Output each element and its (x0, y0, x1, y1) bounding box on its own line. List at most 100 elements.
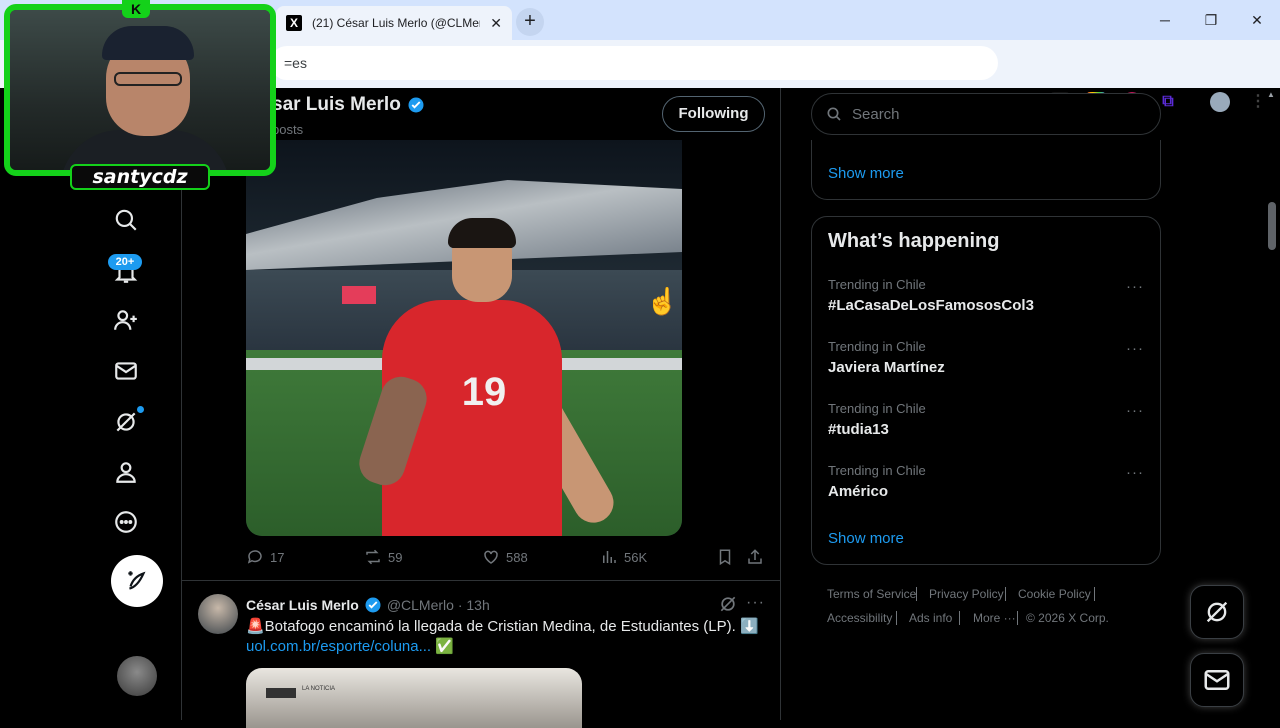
messages-floating-button[interactable] (1190, 653, 1244, 707)
tweet-author-avatar[interactable] (198, 594, 238, 634)
grok-explain-icon[interactable] (718, 594, 738, 619)
tweet-author-name[interactable]: César Luis Merlo (246, 597, 359, 613)
photo-player-hair (448, 218, 516, 248)
trend-context: Trending in Chile (828, 277, 926, 292)
views-bar-chart-icon (603, 551, 616, 563)
trend-context: Trending in Chile (828, 463, 926, 478)
follow-person-plus-icon[interactable] (106, 300, 146, 340)
profile-avatar-icon[interactable] (1210, 92, 1230, 112)
minimize-button[interactable]: ─ (1152, 8, 1178, 32)
heart-icon (484, 550, 498, 564)
profile-person-icon[interactable] (106, 452, 146, 492)
tweet-separator (182, 580, 780, 581)
feather-plus-icon (128, 571, 146, 590)
like-count: 588 (506, 549, 528, 565)
tweet-link[interactable]: uol.com.br/esporte/coluna... ✅ (246, 637, 454, 655)
x-logo-icon: X (286, 15, 302, 31)
right-divider (780, 88, 781, 720)
reply-count: 17 (270, 549, 285, 565)
trend-more-icon[interactable]: ··· (1126, 340, 1144, 357)
like-action[interactable]: 588 (482, 548, 528, 566)
footer-copyright: © 2026 X Corp. (1026, 611, 1109, 625)
trend-context: Trending in Chile (828, 339, 926, 354)
webcam-frame (4, 4, 276, 176)
repost-icon (366, 549, 380, 565)
extensions-puzzle-icon[interactable]: ⧉ (1158, 92, 1178, 112)
footer-cookie-link[interactable]: Cookie Policy (1018, 587, 1091, 601)
share-upload-icon (748, 549, 762, 564)
account-avatar[interactable] (117, 656, 157, 696)
scroll-up-arrow-icon[interactable]: ▲ (1267, 90, 1275, 99)
reply-bubble-icon (247, 550, 262, 564)
messages-envelope-icon[interactable] (106, 351, 146, 391)
footer-more-link[interactable]: More ··· (973, 611, 1016, 625)
whats-happening-title: What’s happening (828, 230, 1000, 252)
tweet-photo[interactable]: 19 (246, 140, 682, 536)
streamer-name: santycdz (70, 164, 210, 190)
share-action[interactable] (746, 548, 764, 566)
photo-scoreboard (342, 286, 376, 304)
envelope-icon (1204, 670, 1230, 690)
tweet-media-preview[interactable]: LA NOTICIA (246, 668, 582, 728)
footer-separator (896, 611, 897, 625)
verified-badge-icon (408, 97, 424, 113)
trend-name[interactable]: #tudia13 (828, 421, 889, 438)
whats-happening-module (811, 216, 1161, 565)
trend-context: Trending in Chile (828, 401, 926, 416)
page-scrollbar[interactable] (1264, 88, 1280, 720)
webcam-overlay: K santycdz (0, 0, 280, 190)
tab-close-icon[interactable]: ✕ (490, 15, 502, 32)
trend-more-icon[interactable]: ··· (1126, 402, 1144, 419)
grok-floating-button[interactable] (1190, 585, 1244, 639)
tweet-header: César Luis Merlo @CLMerlo · 13h (246, 596, 490, 614)
trend-name[interactable]: #LaCasaDeLosFamososCol3 (828, 297, 1034, 314)
browser-tab[interactable]: X (21) César Luis Merlo (@CLMerlo ✕ (276, 6, 512, 40)
profile-name-text: sar Luis Merlo (272, 94, 401, 115)
footer-accessibility-link[interactable]: Accessibility (827, 611, 892, 625)
views-count: 56K (624, 549, 648, 565)
footer-privacy-link[interactable]: Privacy Policy (929, 587, 1004, 601)
footer-terms-link[interactable]: Terms of Service (827, 587, 916, 601)
show-more-link[interactable]: Show more (828, 165, 904, 182)
footer-separator (1094, 587, 1095, 601)
footer-separator (916, 587, 917, 601)
tweet-text: 🚨Botafogo encaminó la llegada de Cristia… (246, 618, 759, 635)
grok-notification-dot (137, 406, 144, 413)
restore-button[interactable]: ❐ (1198, 8, 1224, 32)
tweet-handle-time[interactable]: @CLMerlo · 13h (387, 597, 490, 613)
close-window-button[interactable]: ✕ (1244, 8, 1270, 32)
trend-name[interactable]: Américo (828, 483, 888, 500)
search-placeholder: Search (852, 105, 900, 123)
webcam-person-cap (102, 26, 194, 60)
following-button[interactable]: Following (662, 96, 765, 132)
trend-more-icon[interactable]: ··· (1126, 464, 1144, 481)
new-tab-button[interactable]: + (516, 8, 544, 36)
trend-more-icon[interactable]: ··· (1126, 278, 1144, 295)
webcam-logo-badge: K (122, 0, 150, 18)
trend-name[interactable]: Javiera Martínez (828, 359, 945, 376)
tweet-more-options-icon[interactable]: ··· (746, 594, 765, 612)
repost-count: 59 (388, 549, 403, 565)
repost-action[interactable]: 59 (364, 548, 402, 566)
scrollbar-thumb[interactable] (1268, 202, 1276, 250)
address-bar[interactable]: =es (270, 46, 998, 80)
footer-separator (959, 611, 960, 625)
search-icon (827, 107, 841, 121)
more-options-circle-icon[interactable] (106, 502, 146, 542)
show-more-link[interactable]: Show more (828, 530, 904, 547)
media-caption: LA NOTICIA (302, 686, 336, 692)
footer-ads-link[interactable]: Ads info (909, 611, 952, 625)
verified-badge-icon (365, 597, 381, 613)
grok-icon (1206, 601, 1228, 623)
hand-cursor-icon: ☝ (646, 286, 679, 316)
search-input[interactable]: Search (811, 93, 1161, 135)
bookmark-action[interactable] (716, 548, 734, 566)
media-barcode-logo (266, 688, 296, 698)
notifications-badge: 20+ (108, 254, 142, 270)
tab-title: (21) César Luis Merlo (@CLMerlo (312, 16, 481, 30)
reply-action[interactable]: 17 (246, 548, 284, 566)
webcam-person-glasses (114, 72, 182, 86)
explore-search-icon[interactable] (106, 200, 146, 240)
views-action[interactable]: 56K (600, 548, 647, 566)
compose-post-button[interactable] (111, 555, 163, 607)
